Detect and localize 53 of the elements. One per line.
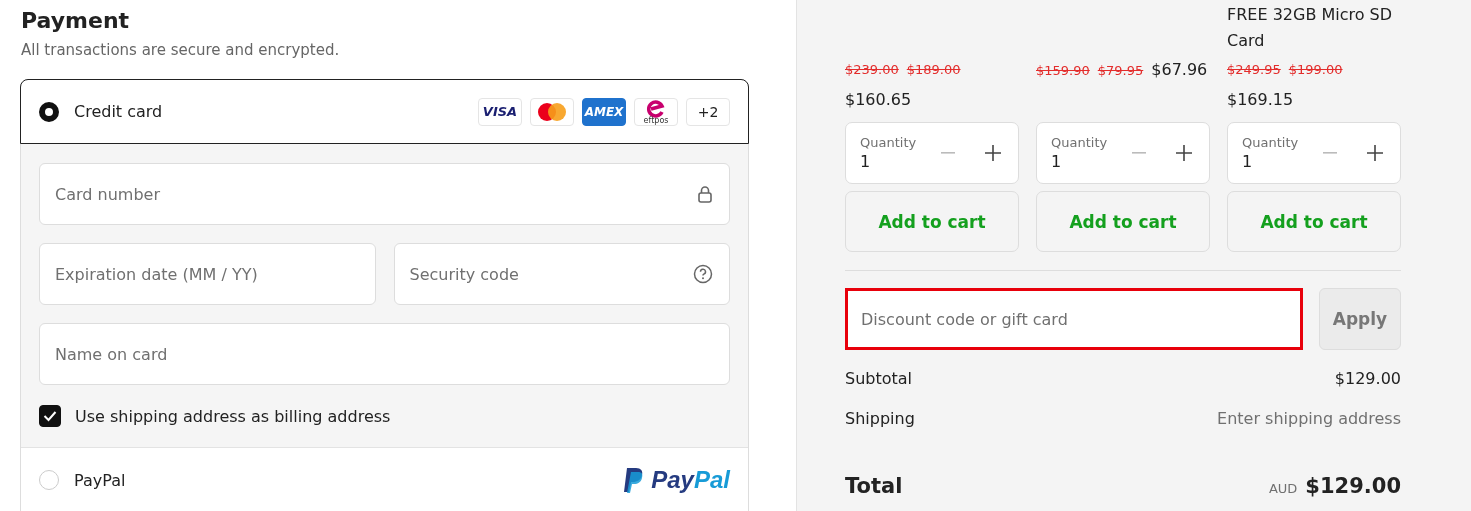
input-field[interactable]: Expiration date (MM / YY) (39, 243, 376, 305)
option-label: Credit card (74, 102, 163, 121)
original-price: $199.00 (1288, 61, 1343, 79)
payment-option[interactable]: PayPal PayPal (21, 448, 748, 511)
card-logo (537, 101, 567, 122)
input-field[interactable]: Security code (393, 243, 730, 305)
quantity-label: Quantity (1051, 135, 1109, 150)
section-title: Payment (21, 8, 131, 33)
discount-field[interactable]: Discount code or gift card (845, 288, 1303, 350)
summary-value: $129.00 (1334, 369, 1401, 388)
input-field[interactable]: Name on card (39, 323, 730, 385)
summary-label: Subtotal (845, 369, 913, 388)
quantity-label: Quantity (860, 135, 918, 150)
quantity-stepper[interactable]: Quantity 1 (1036, 122, 1210, 184)
quantity-value: 1 (1051, 152, 1063, 171)
more-badge: +2 (686, 97, 730, 126)
card-logo: AMEX (582, 97, 626, 126)
payment-option[interactable]: Credit card VISA AMEX eftpos +2 (20, 79, 749, 144)
checkmark-icon (43, 410, 57, 422)
original-price: $239.00 (845, 61, 899, 79)
card-logo: VISA (478, 97, 522, 126)
currency-code: AUD (1268, 481, 1298, 496)
total-label: Total (845, 474, 903, 498)
input-field[interactable]: Card number (39, 163, 730, 225)
quantity-value: 1 (1242, 152, 1254, 171)
radio-button[interactable] (39, 101, 59, 122)
plus-icon[interactable] (1176, 145, 1192, 161)
quantity-value: 1 (860, 152, 872, 171)
sale-price: $67.96 (1151, 59, 1208, 81)
sale-price: $169.15 (1227, 89, 1294, 111)
original-price: $189.00 (906, 61, 961, 79)
total-value: $129.00 (1305, 474, 1401, 498)
quantity-stepper[interactable]: Quantity 1 (845, 122, 1019, 184)
quantity-stepper[interactable]: Quantity 1 (1227, 122, 1401, 184)
original-price: $159.90 (1036, 62, 1090, 80)
summary-value: Enter shipping address (1217, 409, 1401, 428)
original-price: $79.95 (1097, 62, 1144, 80)
checkbox[interactable] (39, 405, 61, 427)
sale-price: $160.65 (845, 89, 912, 111)
quantity-label: Quantity (1242, 135, 1300, 150)
eftpos-mark-icon (646, 99, 666, 118)
option-label: PayPal (74, 470, 126, 490)
plus-icon[interactable] (1367, 145, 1383, 161)
card-logo: eftpos (634, 97, 678, 126)
checkbox-label: Use shipping address as billing address (75, 406, 391, 426)
original-price: $249.95 (1227, 61, 1281, 79)
paypal-logo: PayPal (623, 466, 730, 494)
plus-icon[interactable] (985, 145, 1001, 161)
help-icon (693, 264, 713, 284)
section-subtitle: All transactions are secure and encrypted. (21, 41, 341, 59)
summary-label: Shipping (845, 409, 915, 428)
lock-icon (697, 185, 713, 203)
product-title: FREE 32GB Micro SD Card (1227, 4, 1394, 52)
